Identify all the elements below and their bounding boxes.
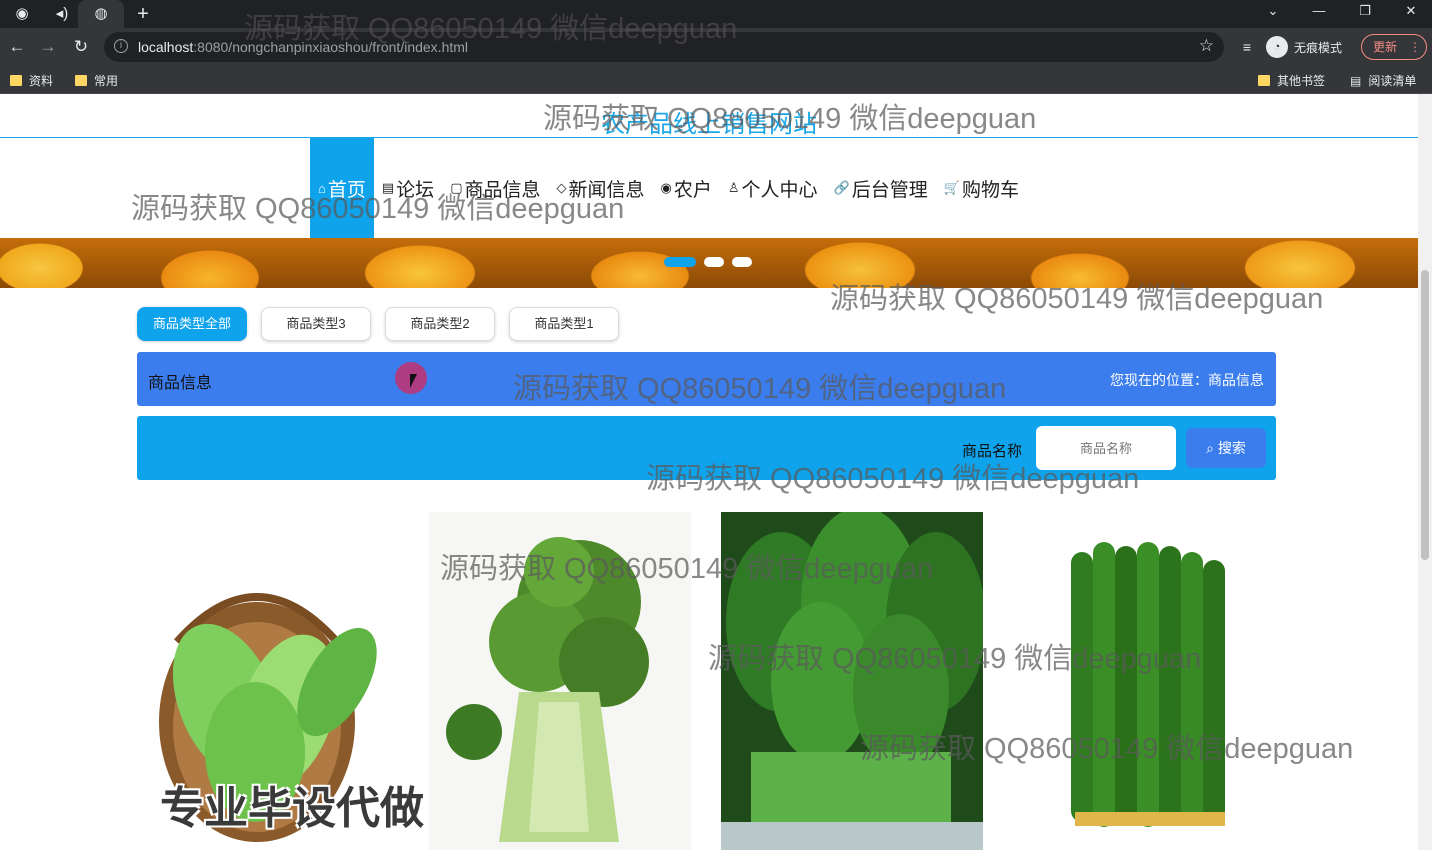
category-all[interactable]: 商品类型全部 — [137, 307, 247, 341]
url-text[interactable]: localhost:8080/nongchanpinxiaoshou/front… — [138, 39, 468, 55]
category-filter: 商品类型全部 商品类型3 商品类型2 商品类型1 — [137, 307, 619, 341]
reading-list[interactable]: ▤ 阅读清单 — [1350, 72, 1416, 89]
scroll-thumb[interactable] — [1421, 270, 1429, 560]
cart-icon: 🛒 — [943, 180, 960, 195]
bookmark-folder-changyong[interactable]: 常用 — [75, 72, 118, 89]
product-card-spinach[interactable] — [721, 512, 983, 850]
forward-icon[interactable]: → — [35, 34, 61, 60]
update-button[interactable]: 更新 ⋮ — [1361, 34, 1427, 60]
folder-icon — [75, 75, 87, 86]
breadcrumb: 您现在的位置：商品信息 — [1110, 372, 1264, 388]
cucumber-image — [1013, 512, 1275, 850]
incognito-icon: ◔ — [1266, 36, 1288, 58]
globe-icon: ◍ — [94, 5, 108, 22]
folder-icon — [1258, 75, 1270, 86]
nav-label: 后台管理 — [851, 179, 928, 201]
mouse-cursor-icon — [410, 374, 424, 388]
user-icon: ♙ — [727, 180, 740, 195]
update-label: 更新 — [1373, 40, 1398, 54]
nav-item-admin[interactable]: 🔗 后台管理 — [826, 138, 936, 238]
restore-icon[interactable]: ❐ — [1342, 0, 1388, 24]
link-icon: 🔗 — [833, 180, 850, 195]
reload-icon[interactable]: ↻ — [68, 34, 94, 60]
bookmark-folder-ziliao[interactable]: 资料 — [10, 72, 53, 89]
nav-label: 首页 — [327, 179, 366, 201]
bookmark-star-icon[interactable]: ☆ — [1199, 36, 1214, 56]
more-menu-icon: ⋮ — [1409, 40, 1422, 54]
minimize-icon[interactable]: — — [1296, 0, 1342, 24]
site-title: 农产品线上销售网站 — [601, 111, 817, 138]
carousel-dot-3[interactable] — [732, 257, 752, 267]
nav-label: 新闻信息 — [568, 179, 645, 201]
bookmark-label: 阅读清单 — [1368, 74, 1417, 88]
main-nav: ⌂ 首页 ▤ 论坛 ▢ 商品信息 ◇ 新闻信息 ◉ 农户 ♙ 个人中心 🔗 后台管理 🛒 购物车 — [310, 138, 1027, 238]
nav-item-products[interactable]: ▢ 商品信息 — [442, 138, 548, 238]
incognito-indicator[interactable]: ◔ 无痕模式 — [1266, 34, 1342, 60]
nav-label: 商品信息 — [464, 179, 541, 201]
reading-list-icon[interactable]: ≡ — [1234, 34, 1260, 60]
category-3[interactable]: 商品类型3 — [261, 307, 371, 341]
bookmark-other[interactable]: 其他书签 — [1258, 72, 1325, 89]
search-label: 商品名称 — [962, 443, 1023, 460]
product-card-cucumber[interactable] — [1013, 512, 1275, 850]
folder-icon — [10, 75, 22, 86]
reading-list-icon: ▤ — [1350, 73, 1362, 88]
page-scrollbar[interactable] — [1418, 94, 1432, 850]
product-icon: ▢ — [450, 180, 463, 195]
bookmark-label: 其他书签 — [1277, 74, 1326, 88]
incognito-label: 无痕模式 — [1294, 40, 1343, 55]
bookmarks-bar: 资料 常用 其他书签 ▤ 阅读清单 — [0, 66, 1432, 94]
nav-label: 购物车 — [961, 179, 1019, 201]
bookmark-label: 常用 — [94, 74, 119, 88]
forum-icon: ▤ — [381, 180, 395, 195]
carousel-banner[interactable] — [0, 238, 1418, 288]
active-tab[interactable]: ◍ — [78, 0, 124, 28]
address-bar[interactable]: i localhost:8080/nongchanpinxiaoshou/fro… — [104, 32, 1224, 62]
back-icon[interactable]: ← — [4, 34, 30, 60]
url-path: :8080/nongchanpinxiaoshou/front/index.ht… — [193, 39, 469, 55]
carousel-dot-1[interactable] — [664, 257, 696, 267]
search-bar: 商品名称 ⌕ 搜索 — [137, 416, 1276, 480]
nav-item-news[interactable]: ◇ 新闻信息 — [549, 138, 653, 238]
close-icon[interactable]: ✕ — [1388, 0, 1432, 24]
section-title: 商品信息 — [148, 375, 213, 392]
new-tab-button[interactable]: + — [131, 2, 155, 26]
broccoli-image — [429, 512, 691, 850]
search-button-label: 搜索 — [1217, 440, 1246, 456]
section-header: 商品信息 您现在的位置：商品信息 — [137, 352, 1276, 406]
search-icon: ⌕ — [1206, 440, 1218, 456]
nav-item-cart[interactable]: 🛒 购物车 — [936, 138, 1027, 238]
audio-icon[interactable]: ◂) — [50, 2, 74, 26]
nav-item-home[interactable]: ⌂ 首页 — [310, 138, 374, 238]
chrome-icon[interactable]: ◉ — [10, 2, 34, 26]
nav-item-farmers[interactable]: ◉ 农户 — [653, 138, 720, 238]
nav-label: 个人中心 — [741, 179, 818, 201]
tag-icon: ◇ — [556, 180, 567, 195]
category-1[interactable]: 商品类型1 — [509, 307, 619, 341]
bookmark-label: 资料 — [29, 74, 54, 88]
carousel-dot-2[interactable] — [704, 257, 724, 267]
nav-label: 农户 — [673, 179, 712, 201]
site-info-icon[interactable]: i — [114, 39, 128, 53]
carousel-indicators — [664, 257, 752, 267]
search-button[interactable]: ⌕ 搜索 — [1186, 428, 1266, 468]
spinach-image — [721, 512, 983, 850]
nav-item-forum[interactable]: ▤ 论坛 — [374, 138, 442, 238]
browser-tab-strip: ◉ ◂) ◍ + ⌄ — ❐ ✕ — [0, 0, 1432, 28]
tab-search-icon[interactable]: ⌄ — [1250, 0, 1296, 24]
nav-item-profile[interactable]: ♙ 个人中心 — [720, 138, 826, 238]
nav-label: 论坛 — [396, 179, 435, 201]
farmer-icon: ◉ — [660, 180, 672, 195]
search-input[interactable] — [1036, 426, 1176, 470]
watermark-caption: 专业毕设代做 — [160, 784, 424, 833]
home-icon: ⌂ — [318, 180, 326, 196]
url-host: localhost — [138, 39, 194, 55]
web-page: 农产品线上销售网站 ⌂ 首页 ▤ 论坛 ▢ 商品信息 ◇ 新闻信息 ◉ 农户 ♙ 个人中心 … — [0, 94, 1418, 850]
browser-toolbar: ← → ↻ i localhost:8080/nongchanpinxiaosh… — [0, 28, 1432, 66]
product-card-broccoli[interactable] — [429, 512, 691, 850]
category-2[interactable]: 商品类型2 — [385, 307, 495, 341]
